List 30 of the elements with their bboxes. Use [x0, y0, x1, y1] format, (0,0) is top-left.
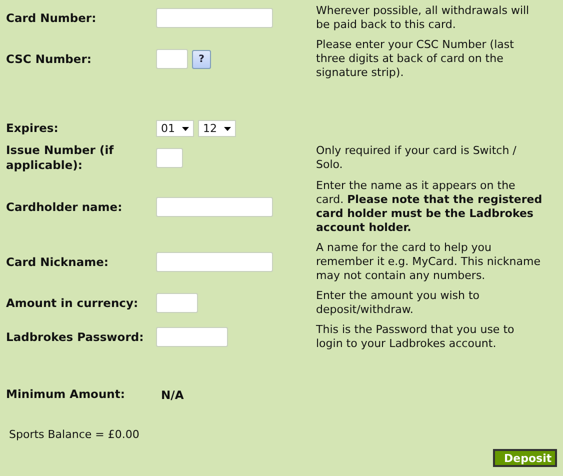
- field-label: CSC Number:: [6, 52, 92, 66]
- text-field[interactable]: [156, 197, 273, 217]
- minimum-amount-value: N/A: [161, 388, 184, 402]
- field-label: Card Nickname:: [6, 254, 110, 270]
- balance-text: Sports Balance = £0.00: [9, 428, 140, 441]
- field-label: Card Number:: [6, 10, 98, 26]
- caret-icon: [224, 126, 231, 130]
- help-text: This is the Password that you use to login to your Ladbrokes account.: [316, 323, 516, 351]
- field-label: Cardholder name:: [6, 200, 124, 214]
- help-text: Enter the amount you wish to deposit/withdraw.: [316, 289, 481, 317]
- help-button[interactable]: ?: [192, 50, 211, 68]
- field-label: Issue Number (if applicable):: [6, 143, 115, 173]
- text-field[interactable]: [156, 8, 273, 28]
- help-text: Only required if your card is Switch / Solo.: [316, 144, 518, 172]
- text-field[interactable]: [156, 293, 198, 313]
- caret-icon: [182, 126, 189, 130]
- help-text: Wherever possible, all withdrawals will be paid back to this card.: [316, 4, 530, 32]
- dropdown[interactable]: 01: [156, 120, 194, 137]
- text-field[interactable]: [156, 252, 273, 272]
- field-label: Amount in currency:: [6, 296, 140, 310]
- text-field[interactable]: [156, 148, 183, 168]
- text-field[interactable]: [156, 327, 228, 347]
- field-label: Expires:: [6, 121, 60, 136]
- field-label: Minimum Amount:: [6, 387, 126, 402]
- dropdown[interactable]: 12: [198, 120, 236, 137]
- help-text: Enter the name as it appears on the card. Please note that the registered card holder must be the Ladbrokes account holder.: [316, 179, 544, 235]
- text-field[interactable]: [156, 49, 188, 69]
- help-text: Please enter your CSC Number (last three digits at back of card on the signature strip).: [316, 38, 515, 80]
- field-label: Ladbrokes Password:: [6, 330, 145, 344]
- help-text: A name for the card to help you remember it e.g. MyCard. This nickname may not contain any numbers.: [316, 241, 542, 283]
